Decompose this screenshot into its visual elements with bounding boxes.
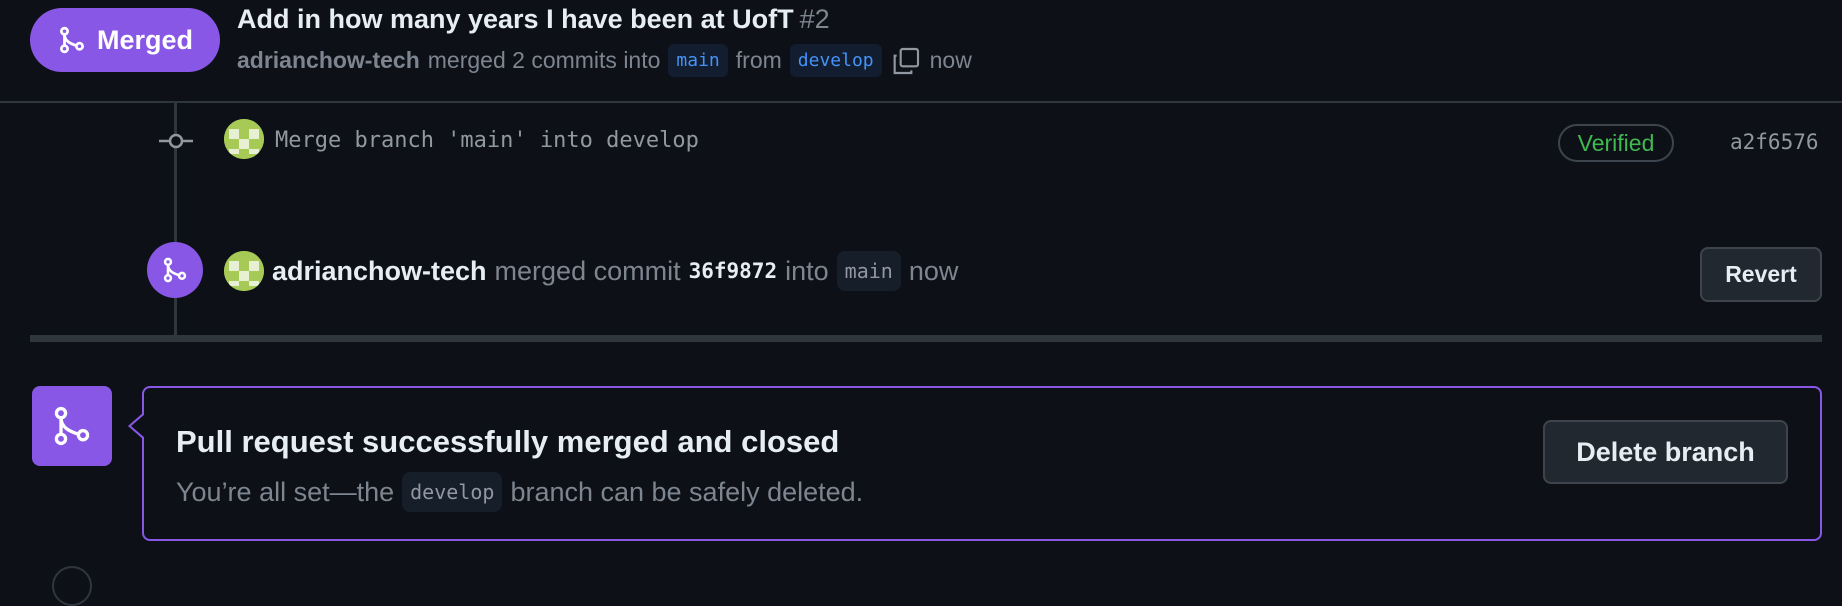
verified-badge[interactable]: Verified	[1558, 124, 1674, 162]
pr-author-link[interactable]: adrianchow-tech	[237, 47, 420, 74]
merged-box-pointer-inner	[131, 414, 145, 438]
merge-target-branch-tag[interactable]: main	[836, 251, 901, 291]
pr-number: #2	[799, 4, 830, 34]
merge-event-text: adrianchow-tech merged commit 36f9872 in…	[272, 251, 958, 291]
merge-event-time: now	[908, 255, 959, 286]
merged-box-icon	[32, 386, 112, 466]
merged-box-desc-suffix: branch can be safely deleted.	[510, 476, 864, 507]
merged-box-description: You’re all set—the develop branch can be…	[176, 472, 863, 512]
identicon-avatar-icon	[224, 251, 264, 291]
pr-meta: adrianchow-tech merged 2 commits into ma…	[237, 44, 972, 77]
git-merge-icon	[59, 26, 84, 54]
git-merge-icon	[54, 406, 90, 446]
next-timeline-avatar	[52, 566, 92, 606]
merged-box-desc-prefix: You’re all set—the	[176, 476, 395, 507]
pr-title: Add in how many years I have been at Uof…	[237, 4, 830, 35]
delete-branch-button[interactable]: Delete branch	[1543, 420, 1788, 484]
deletable-branch-tag[interactable]: develop	[402, 472, 503, 512]
merged-box-title: Pull request successfully merged and clo…	[176, 424, 840, 459]
commit-message-link[interactable]: Merge branch 'main' into develop	[275, 128, 699, 153]
revert-button[interactable]: Revert	[1700, 247, 1822, 302]
pr-meta-time: now	[929, 47, 972, 73]
pr-title-text: Add in how many years I have been at Uof…	[237, 4, 794, 34]
pr-meta-from: from	[735, 47, 782, 73]
merge-event-action: merged commit	[494, 255, 681, 286]
merge-event-into: into	[785, 255, 829, 286]
pr-meta-action: merged 2 commits into	[427, 47, 661, 73]
timeline-end-divider	[30, 335, 1822, 342]
merge-event-badge	[147, 242, 203, 298]
merge-commit-sha-link[interactable]: 36f9872	[689, 259, 778, 283]
identicon-avatar-icon	[224, 119, 264, 159]
merger-author-link[interactable]: adrianchow-tech	[272, 256, 487, 287]
commit-sha-link[interactable]: a2f6576	[1730, 130, 1819, 154]
commit-author-avatar[interactable]	[224, 119, 264, 159]
merger-avatar[interactable]	[224, 251, 264, 291]
merged-status-badge: Merged	[30, 8, 220, 72]
git-merge-icon	[163, 257, 187, 283]
merged-status-label: Merged	[96, 24, 194, 55]
base-branch-tag[interactable]: main	[668, 44, 728, 77]
header-divider	[0, 101, 1842, 103]
copy-icon[interactable]	[890, 45, 922, 77]
head-branch-tag[interactable]: develop	[789, 44, 882, 77]
git-commit-icon	[159, 133, 193, 149]
